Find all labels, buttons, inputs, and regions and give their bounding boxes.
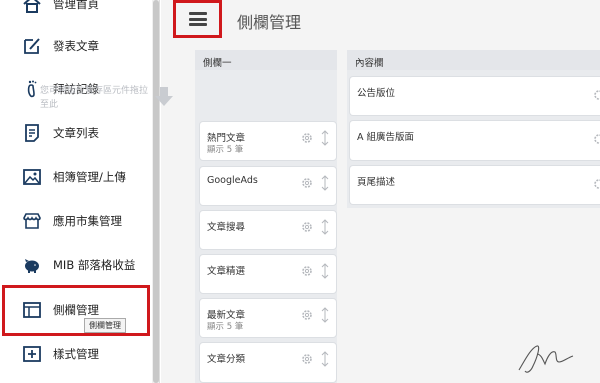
widget-card-title: 文章搜尋	[207, 222, 246, 233]
footprint-icon	[22, 79, 42, 99]
document-list-icon	[22, 123, 42, 143]
sidebar-item-app-market[interactable]: 應用市集管理	[0, 199, 152, 243]
gear-icon[interactable]	[301, 265, 313, 277]
piggy-bank-icon	[22, 255, 42, 275]
widget-card-title: 公告版位	[357, 88, 396, 99]
sidebar-item-label: MIB 部落格收益	[53, 258, 136, 272]
sidebar-item-label: 發表文章	[53, 39, 99, 53]
widget-card-title: 頁尾描述	[357, 177, 396, 188]
widget-card-subtitle: 顯示 5 筆	[207, 145, 244, 155]
gear-icon[interactable]	[301, 132, 313, 144]
gear-icon[interactable]	[301, 221, 313, 233]
hamburger-menu-button[interactable]	[173, 0, 222, 38]
widget-card-title: A 組廣告版面	[357, 132, 415, 143]
sidebar-item-label: 相簿管理/上傳	[53, 170, 126, 184]
widget-card[interactable]: 文章精選	[199, 254, 337, 294]
photo-icon	[22, 167, 42, 187]
home-icon	[22, 0, 42, 14]
sidebar-tooltip: 側欄管理	[84, 318, 126, 333]
widget-card[interactable]: 公告版位	[349, 76, 600, 116]
active-item-highlight	[2, 285, 150, 336]
widget-card[interactable]: 文章分類	[199, 342, 337, 383]
drag-handle-icon[interactable]	[321, 175, 329, 191]
gear-icon[interactable]	[301, 177, 313, 189]
signature-icon	[515, 340, 577, 376]
arrow-down-icon	[153, 86, 175, 108]
hamburger-menu-icon	[188, 12, 207, 26]
sidebar-nav: 管理首頁 發表文章 拜訪記錄 文章列表 相簿管理/上傳 應用市集管理 MIB 部…	[0, 0, 160, 383]
sidebar-item-style-manage[interactable]: 樣式管理	[0, 332, 152, 376]
drag-handle-icon[interactable]	[321, 351, 329, 367]
drop-hint-text: 您可將版位暫存區元件拖拉至此	[40, 86, 149, 110]
style-icon	[22, 344, 42, 364]
widget-card-title: 熱門文章	[207, 133, 246, 144]
gear-icon[interactable]	[593, 133, 600, 145]
sidebar-scrollbar[interactable]	[152, 0, 159, 383]
widget-card[interactable]: 最新文章 顯示 5 筆	[199, 298, 337, 338]
gear-icon[interactable]	[301, 309, 313, 321]
drag-handle-icon[interactable]	[321, 130, 329, 146]
widget-card-title: GoogleAds	[207, 175, 258, 186]
gear-icon[interactable]	[593, 89, 600, 101]
sidebar-item-post-list[interactable]: 文章列表	[0, 111, 152, 155]
widget-card-title: 文章分類	[207, 354, 246, 365]
topbar: 側欄管理	[161, 0, 600, 38]
sidebar-item-home[interactable]: 管理首頁	[0, 0, 152, 26]
widget-card-title: 文章精選	[207, 266, 246, 277]
sidebar-item-label: 樣式管理	[53, 347, 99, 361]
store-icon	[22, 211, 42, 231]
widget-card[interactable]: 頁尾描述	[349, 165, 600, 205]
widget-card-title: 最新文章	[207, 310, 246, 321]
drag-handle-icon[interactable]	[321, 307, 329, 323]
sidebar-item-label: 應用市集管理	[53, 214, 122, 228]
sidebar-item-album[interactable]: 相簿管理/上傳	[0, 155, 152, 199]
sidebar-item-label: 管理首頁	[53, 0, 99, 11]
widget-card[interactable]: 熱門文章 顯示 5 筆	[199, 121, 337, 161]
sidebar-item-mib-revenue[interactable]: MIB 部落格收益	[0, 243, 152, 287]
gear-icon[interactable]	[593, 178, 600, 190]
sidebar-scroll-thumb[interactable]	[153, 0, 159, 383]
app-window: 管理首頁 發表文章 拜訪記錄 文章列表 相簿管理/上傳 應用市集管理 MIB 部…	[0, 0, 600, 383]
drag-handle-icon[interactable]	[321, 263, 329, 279]
widget-card-subtitle: 顯示 5 筆	[207, 322, 244, 332]
sidebar-item-label: 文章列表	[53, 126, 99, 140]
sidebar-item-new-post[interactable]: 發表文章	[0, 24, 152, 68]
page-title: 側欄管理	[237, 13, 302, 32]
column-header-content: 內容欄	[347, 50, 600, 70]
column-header-sidebar1: 側欄一	[195, 50, 337, 70]
drag-handle-icon[interactable]	[321, 219, 329, 235]
widget-card[interactable]: GoogleAds	[199, 166, 337, 206]
widget-card[interactable]: 文章搜尋	[199, 210, 337, 250]
gear-icon[interactable]	[301, 353, 313, 365]
edit-icon	[22, 36, 42, 56]
widget-card[interactable]: A 組廣告版面	[349, 120, 600, 161]
